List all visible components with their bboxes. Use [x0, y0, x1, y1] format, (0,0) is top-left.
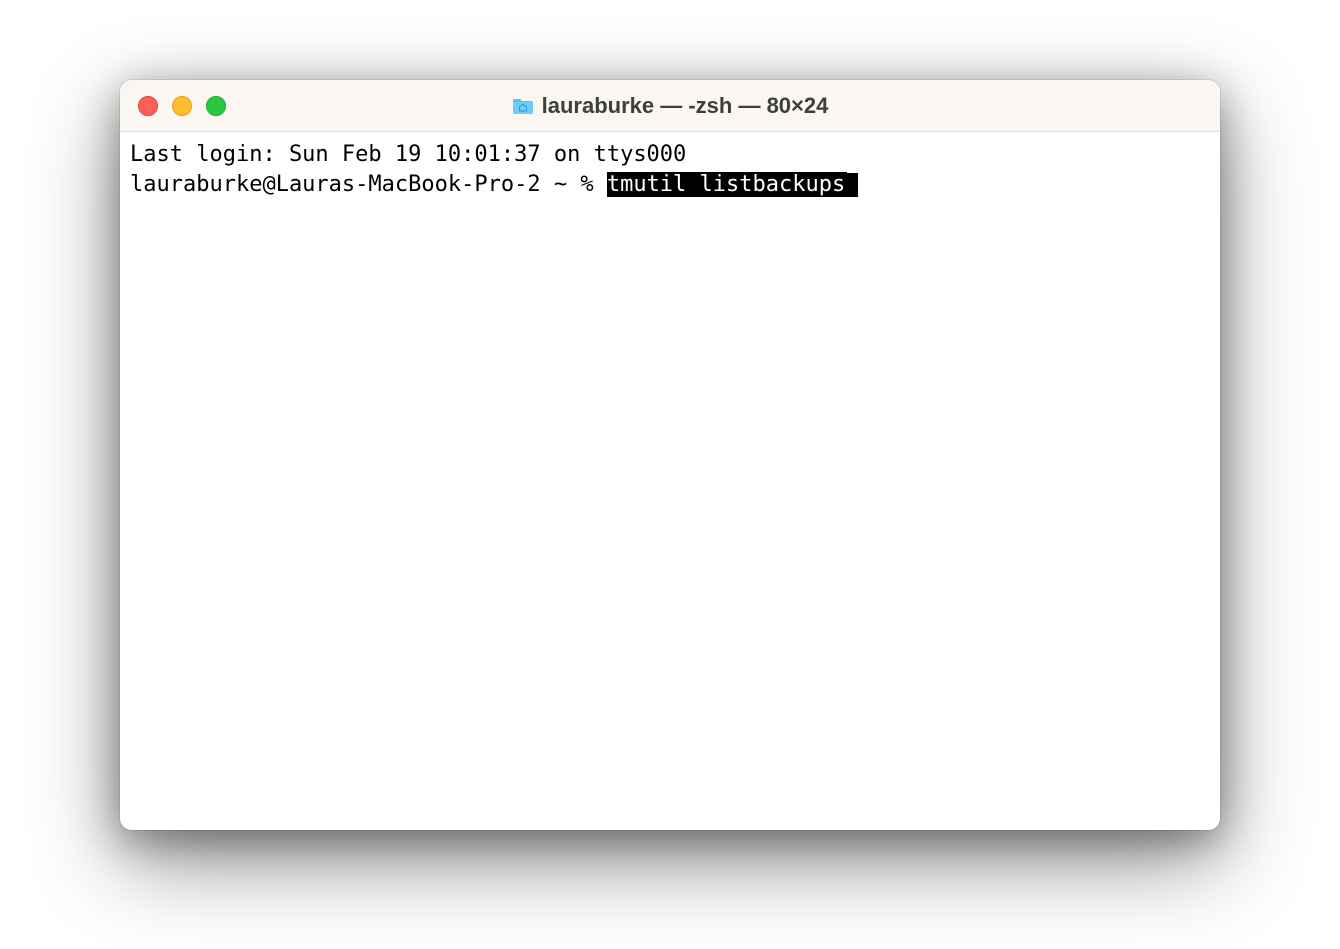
minimize-button[interactable]	[172, 96, 192, 116]
home-folder-icon	[512, 97, 534, 115]
last-login-line: Last login: Sun Feb 19 10:01:37 on ttys0…	[130, 140, 1210, 170]
terminal-body[interactable]: Last login: Sun Feb 19 10:01:37 on ttys0…	[120, 132, 1220, 830]
shell-prompt: lauraburke@Lauras-MacBook-Pro-2 ~ %	[130, 172, 607, 197]
prompt-line: lauraburke@Lauras-MacBook-Pro-2 ~ % tmut…	[130, 170, 1210, 200]
title-wrap: lauraburke — -zsh — 80×24	[120, 93, 1220, 119]
traffic-lights	[138, 96, 226, 116]
titlebar[interactable]: lauraburke — -zsh — 80×24	[120, 80, 1220, 132]
terminal-window: lauraburke — -zsh — 80×24 Last login: Su…	[120, 80, 1220, 830]
close-button[interactable]	[138, 96, 158, 116]
typed-command[interactable]: tmutil listbackups	[607, 172, 847, 197]
zoom-button[interactable]	[206, 96, 226, 116]
window-title: lauraburke — -zsh — 80×24	[542, 93, 829, 119]
cursor	[845, 173, 858, 197]
